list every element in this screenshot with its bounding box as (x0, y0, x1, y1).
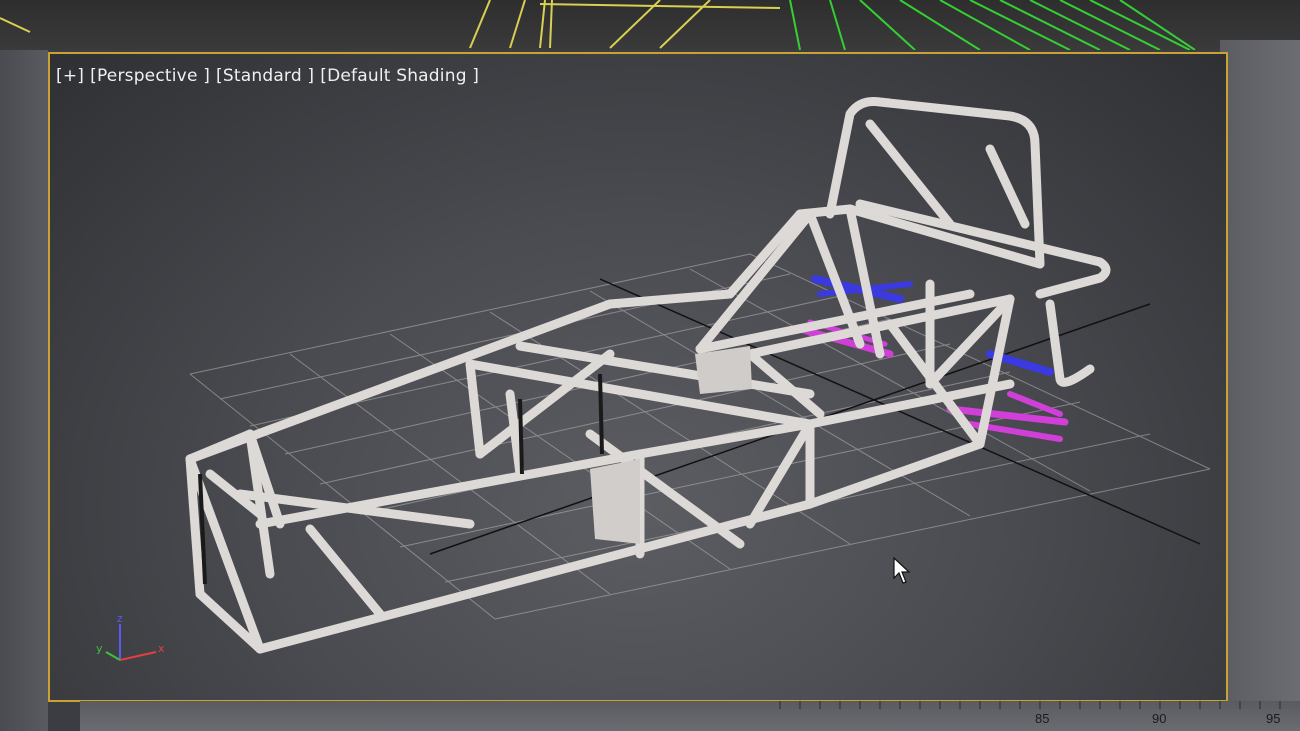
side-panel-plate (590, 459, 640, 544)
perspective-viewport[interactable]: [+] [Perspective ] [Standard ] [Default … (48, 52, 1228, 702)
viewport-menu-perspective[interactable]: [Perspective ] (90, 66, 210, 86)
timeline-ruler[interactable]: 85 90 95 (80, 701, 1300, 731)
timeline-tick-90: 90 (1152, 711, 1167, 726)
viewport-menu-standard[interactable]: [Standard ] (216, 66, 314, 86)
gizmo-x-label: x (158, 642, 165, 655)
right-panel (1220, 40, 1300, 731)
upper-viewport-wireframe (0, 0, 1196, 50)
upper-viewport[interactable] (0, 0, 1300, 50)
gizmo-z-label: z (117, 612, 123, 625)
axis-gizmo-icon: z x y (96, 612, 165, 661)
viewport-label-bar: [+] [Perspective ] [Standard ] [Default … (56, 66, 479, 86)
timeline-tick-95: 95 (1266, 711, 1281, 726)
viewport-menu-plus[interactable]: [+] (56, 66, 84, 86)
timeline-tick-85: 85 (1035, 711, 1050, 726)
viewport-menu-shading[interactable]: [Default Shading ] (320, 66, 479, 86)
left-panel (0, 50, 48, 731)
gizmo-y-label: y (96, 642, 103, 655)
chassis-scene[interactable] (50, 54, 1228, 702)
mouse-pointer-icon (893, 556, 911, 584)
timeline-ticks (779, 701, 1281, 709)
